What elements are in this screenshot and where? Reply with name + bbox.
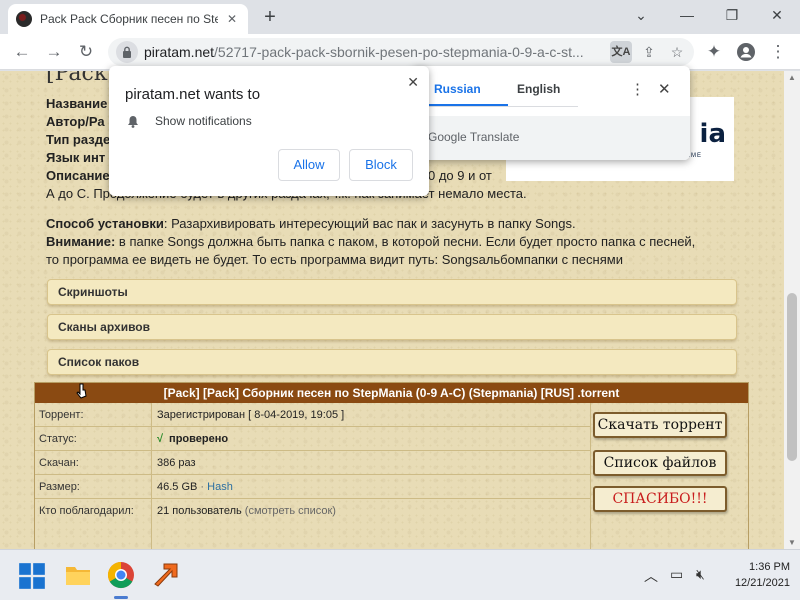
- hash-link[interactable]: Hash: [207, 481, 233, 493]
- browser-tab[interactable]: Pack Pack Сборник песен по Ste ✕: [8, 4, 248, 34]
- page-scrollbar[interactable]: ▲ ▼: [784, 71, 800, 549]
- active-app-indicator: [114, 596, 128, 599]
- bookmark-star-icon[interactable]: ☆: [666, 41, 688, 63]
- bell-icon: [128, 115, 138, 128]
- tray-chevron-up-icon[interactable]: ︿: [644, 566, 658, 586]
- spoiler-pack-list[interactable]: Список паков: [47, 349, 737, 375]
- table-row: Размер: 46.5 GB · Hash: [35, 475, 590, 499]
- table-row: Скачан: 386 раз: [35, 451, 590, 475]
- description-fragment: 0 до 9 и от: [428, 168, 492, 183]
- chrome-icon[interactable]: [106, 560, 136, 590]
- system-clock[interactable]: 1:36 PM 12/21/2021: [722, 559, 790, 591]
- translate-menu-icon[interactable]: ⋮: [630, 80, 645, 98]
- app-arrow-icon[interactable]: [150, 560, 180, 590]
- torrent-info-table: [Pack] [Pack] Сборник песен по StepMania…: [34, 382, 749, 549]
- lock-icon[interactable]: [116, 41, 138, 63]
- tab-strip: Pack Pack Сборник песен по Ste ✕ + ⌄ — ❐…: [0, 0, 800, 34]
- translate-bubble: Russian English ⋮ ✕ Google Translate: [412, 66, 690, 160]
- share-icon[interactable]: ⇪: [638, 41, 660, 63]
- translate-footer: Google Translate: [412, 116, 690, 160]
- prompt-close-icon[interactable]: ✕: [407, 74, 419, 91]
- tab-search-chevron-icon[interactable]: ⌄: [626, 4, 656, 26]
- table-row: Торрент: Зарегистрирован [ 8-04-2019, 19…: [35, 403, 590, 427]
- reload-icon[interactable]: ↻: [74, 40, 98, 64]
- install-instructions: Способ установки: Разархивировать интере…: [46, 216, 576, 231]
- chrome-menu-icon[interactable]: ⋮: [766, 40, 790, 64]
- table-row: Кто поблагодарил: 21 пользователь (смотр…: [39, 505, 336, 517]
- notification-permission-prompt: piratam.net wants to ✕ Show notification…: [109, 66, 429, 196]
- translate-target-lang[interactable]: English: [517, 82, 560, 96]
- allow-button[interactable]: Allow: [278, 149, 340, 181]
- browser-toolbar: ← → ↻ piratam.net/52717-pack-pack-sborni…: [0, 34, 800, 70]
- permission-text: Show notifications: [155, 114, 252, 128]
- new-tab-button[interactable]: +: [258, 6, 282, 30]
- download-torrent-button[interactable]: Скачать торрент: [593, 412, 727, 438]
- check-icon: √: [157, 433, 164, 445]
- site-favicon-icon: [16, 11, 32, 27]
- tab-title: Pack Pack Сборник песен по Ste: [40, 12, 218, 26]
- translate-source-lang[interactable]: Russian: [434, 82, 481, 96]
- volume-muted-icon[interactable]: 🔇︎: [696, 566, 705, 583]
- view-list-link[interactable]: (смотреть список): [242, 505, 336, 517]
- scrollbar-thumb[interactable]: [787, 293, 797, 461]
- network-icon[interactable]: ▭: [670, 566, 683, 583]
- translate-close-icon[interactable]: ✕: [658, 80, 671, 98]
- back-arrow-icon[interactable]: ←: [10, 40, 34, 64]
- minimize-button[interactable]: —: [672, 4, 702, 26]
- scroll-up-icon[interactable]: ▲: [787, 73, 797, 82]
- tab-close-icon[interactable]: ✕: [224, 11, 240, 27]
- restore-button[interactable]: ❐: [717, 4, 747, 26]
- scroll-down-icon[interactable]: ▼: [787, 538, 797, 547]
- address-bar[interactable]: piratam.net/52717-pack-pack-sbornik-pese…: [108, 38, 694, 66]
- google-translate-label: Google Translate: [428, 130, 520, 144]
- file-list-button[interactable]: Список файлов: [593, 450, 727, 476]
- warning-text: Внимание: в папке Songs должна быть папк…: [46, 234, 696, 249]
- thanks-button[interactable]: СПАСИБО!!!: [593, 486, 727, 512]
- page-title: [Pack: [46, 71, 108, 86]
- file-explorer-icon[interactable]: [63, 560, 93, 590]
- spoiler-screenshots[interactable]: Скриншоты: [47, 279, 737, 305]
- warning-text-continued: то программа ее видеть не будет. То есть…: [46, 252, 623, 267]
- block-button[interactable]: Block: [349, 149, 413, 181]
- profile-avatar-icon[interactable]: [734, 40, 758, 64]
- extensions-puzzle-icon[interactable]: ✦: [702, 40, 726, 64]
- forward-arrow-icon[interactable]: →: [42, 40, 66, 64]
- translate-icon[interactable]: 文A: [610, 41, 632, 63]
- url-text[interactable]: piratam.net/52717-pack-pack-sbornik-pese…: [144, 44, 604, 60]
- windows-taskbar: ︿ ▭ 🔇︎ 1:36 PM 12/21/2021: [0, 549, 800, 600]
- windows-start-icon[interactable]: [18, 562, 46, 590]
- close-window-button[interactable]: ✕: [762, 4, 792, 26]
- table-row: Статус: √ проверено: [35, 427, 590, 451]
- prompt-title: piratam.net wants to: [125, 86, 261, 103]
- torrent-header: [Pack] [Pack] Сборник песен по StepMania…: [35, 383, 748, 403]
- mouse-cursor-icon: [76, 383, 87, 399]
- spoiler-archive-scans[interactable]: Сканы архивов: [47, 314, 737, 340]
